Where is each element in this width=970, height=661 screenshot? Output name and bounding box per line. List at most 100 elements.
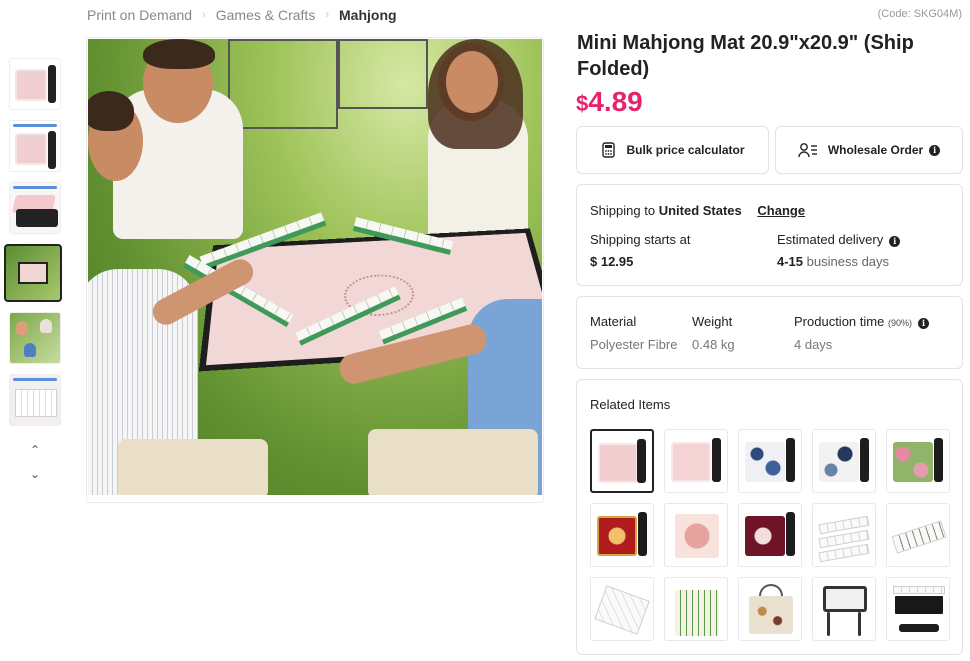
- mat-image: [16, 209, 58, 227]
- shipping-prefix: Shipping to: [590, 203, 656, 218]
- person-hair: [88, 91, 134, 131]
- related-item-tile-set[interactable]: [886, 503, 950, 567]
- related-item-rose-mat[interactable]: [886, 429, 950, 493]
- thumbnail-3[interactable]: [9, 182, 61, 234]
- related-item-tile-racks[interactable]: [812, 503, 876, 567]
- price-currency: $: [576, 91, 589, 116]
- tiles-image: [594, 585, 650, 635]
- person-image: [24, 343, 36, 357]
- delivery-unit: business days: [806, 254, 890, 269]
- related-items-grid: [590, 429, 950, 641]
- delivery-range: 4-15: [777, 254, 804, 269]
- material-label: Material: [590, 314, 637, 329]
- person-hair: [143, 39, 215, 69]
- shipping-country: United States: [658, 203, 742, 218]
- thumbnail-1[interactable]: [9, 58, 61, 110]
- breadcrumb-link-print-on-demand[interactable]: Print on Demand: [87, 7, 192, 23]
- related-items-header: Related Items: [590, 397, 671, 412]
- info-icon[interactable]: i: [889, 235, 901, 247]
- caption-bar: [13, 124, 57, 127]
- breadcrumb-current: Mahjong: [339, 7, 397, 23]
- related-item-tile-case[interactable]: [664, 577, 728, 641]
- production-percent: (90%): [887, 318, 912, 328]
- mat-image: [15, 69, 47, 101]
- mat-image: [745, 516, 785, 556]
- table-leg: [827, 612, 830, 636]
- tiles-image: [891, 520, 947, 554]
- spec-material: Material Polyester Fibre: [590, 314, 677, 352]
- table-image: [18, 262, 48, 284]
- price-value: 4.89: [588, 86, 643, 117]
- person-image: [40, 319, 52, 333]
- bag-image: [638, 512, 647, 556]
- product-title: Mini Mahjong Mat 20.9"x20.9" (Ship Folde…: [577, 32, 914, 80]
- product-price: $4.89: [576, 86, 643, 118]
- specs-card: Material Polyester Fibre Weight 0.48 kg …: [576, 296, 963, 369]
- related-item-pink-mat[interactable]: [664, 429, 728, 493]
- estimated-delivery: Estimated delivery i 4-15 business days: [777, 232, 901, 269]
- mat-image: [819, 442, 859, 482]
- mat-image: [893, 594, 945, 616]
- product-code: (Code: SKG04M): [877, 8, 962, 20]
- person-image: [16, 321, 28, 335]
- related-item-tote-bag[interactable]: [738, 577, 802, 641]
- weight-value: 0.48 kg: [692, 337, 735, 352]
- related-item-loose-tiles[interactable]: [590, 577, 654, 641]
- bag-image: [786, 438, 795, 482]
- wholesale-person-icon: [798, 142, 818, 158]
- related-item-peony-mat[interactable]: [664, 503, 728, 567]
- wholesale-order-button[interactable]: Wholesale Order i: [775, 126, 963, 174]
- thumbnail-5[interactable]: [9, 312, 61, 364]
- thumbnail-2[interactable]: [9, 120, 61, 172]
- related-item-red-horse-mat[interactable]: [590, 503, 654, 567]
- tiles-image: [15, 389, 57, 417]
- chevron-down-icon[interactable]: ⌄: [7, 466, 63, 482]
- related-item-black-mat-set[interactable]: [886, 577, 950, 641]
- thumbnail-4-selected[interactable]: [4, 244, 62, 302]
- main-product-image[interactable]: [86, 37, 544, 503]
- mat-image: [671, 442, 711, 482]
- calculator-icon: [600, 142, 616, 158]
- related-item-navy-floral-mat[interactable]: [812, 429, 876, 493]
- production-value: 4 days: [794, 337, 833, 352]
- tote-image: [749, 596, 793, 634]
- mat-image: [675, 514, 719, 558]
- related-item-pink-mat-selected[interactable]: [590, 429, 654, 493]
- breadcrumb: Print on Demand › Games & Crafts › Mahjo…: [87, 6, 397, 24]
- info-icon[interactable]: i: [929, 144, 941, 156]
- person-shorts: [118, 439, 268, 495]
- table-leg: [858, 612, 861, 636]
- related-item-burgundy-floral-mat[interactable]: [738, 503, 802, 567]
- table-image: [823, 586, 867, 612]
- caption-bar: [13, 186, 57, 189]
- shipping-cost: Shipping starts at $ 12.95: [590, 232, 690, 269]
- change-country-link[interactable]: Change: [757, 203, 805, 218]
- production-label: Production time: [794, 314, 885, 329]
- thumbnail-strip: ⌃ ⌄: [4, 58, 63, 482]
- camp-chair: [338, 39, 428, 109]
- material-value: Polyester Fibre: [590, 337, 678, 352]
- mat-image: [597, 516, 637, 556]
- bulk-price-calculator-button[interactable]: Bulk price calculator: [576, 126, 769, 174]
- person-face: [446, 51, 498, 113]
- mat-image: [745, 442, 785, 482]
- bag-image: [786, 512, 795, 556]
- bag-image: [899, 624, 939, 632]
- bag-image: [712, 438, 721, 482]
- thumbnail-6[interactable]: [9, 374, 61, 426]
- related-items-card: Related Items: [576, 379, 963, 655]
- related-item-blue-floral-mat[interactable]: [738, 429, 802, 493]
- shipping-card: Shipping to United States Change Shippin…: [576, 184, 963, 286]
- mat-image: [893, 442, 933, 482]
- breadcrumb-link-games-crafts[interactable]: Games & Crafts: [216, 7, 316, 23]
- tiles-image: [893, 586, 945, 594]
- shipping-starts-value: $ 12.95: [590, 254, 634, 269]
- bag-image: [637, 439, 646, 483]
- product-photo: [88, 39, 542, 495]
- estimated-delivery-label: Estimated delivery: [777, 232, 884, 247]
- bulk-price-calculator-label: Bulk price calculator: [626, 143, 745, 157]
- bag-image: [860, 438, 869, 482]
- info-icon[interactable]: i: [917, 317, 929, 329]
- chevron-up-icon[interactable]: ⌃: [7, 442, 63, 458]
- related-item-folding-table[interactable]: [812, 577, 876, 641]
